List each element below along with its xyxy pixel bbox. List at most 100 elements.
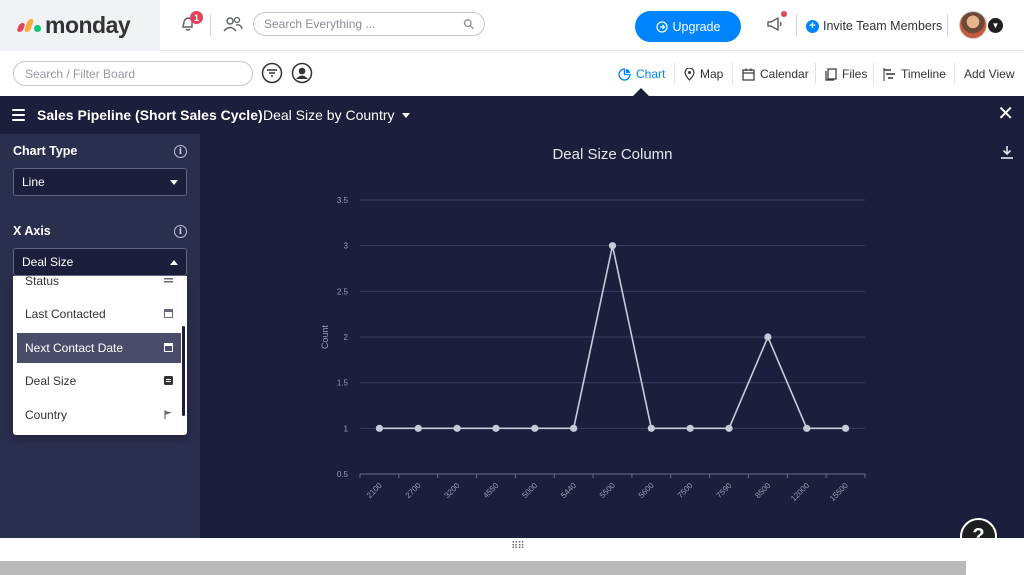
board-view-name: Deal Size by Country [263,107,395,123]
x-tick-label: 4550 [481,481,500,500]
divider [954,63,955,84]
avatar[interactable] [959,11,987,39]
option-label: Next Contact Date [25,341,124,355]
data-point [647,424,655,432]
map-pin-icon [684,67,695,81]
invite-label: Invite Team Members [823,19,943,33]
y-tick-label: 1.5 [337,379,349,388]
view-tab-files[interactable]: Files [825,65,867,83]
info-icon[interactable]: i [174,225,187,238]
board-filter-input[interactable] [25,66,241,81]
view-tab-map[interactable]: Map [684,65,723,83]
view-tab-label: Timeline [901,67,946,81]
chevron-down-icon[interactable]: ▼ [988,18,1003,33]
filter-icon [261,62,283,84]
chart-axes: 0.5 1 1.5 2 2.5 3 3.5 Count 2100 2700 3200 4550 5000… [320,196,866,503]
view-tab-label: Chart [636,67,666,81]
x-tick-label: 8500 [753,481,772,500]
view-tab-label: Map [700,67,724,81]
dropdown-option-status[interactable]: Status [17,276,181,296]
notifications-button[interactable]: 1 [178,11,203,34]
divider [815,63,816,84]
logo[interactable]: monday [0,0,160,51]
x-tick-label: 12000 [789,481,811,503]
calendar-icon [742,68,755,81]
y-tick-label: 3.5 [337,196,349,205]
caret-up-icon [170,260,178,265]
board-filter[interactable] [13,61,253,86]
option-label: Deal Size [25,374,77,388]
search-icon [463,19,474,30]
deal-size-line-chart: 0.5 1 1.5 2 2.5 3 3.5 Count 2100 2700 3200 4550 5000… [320,196,866,503]
timeline-icon [883,67,895,81]
global-search[interactable] [253,12,485,36]
add-view-button[interactable]: Add View [964,65,1014,83]
menu-icon[interactable] [12,109,25,124]
board-view-selector[interactable]: Deal Size by Country [263,107,410,123]
notifications-badge: 1 [190,11,203,24]
x-tick-label: 7590 [715,481,734,500]
divider [210,14,211,36]
divider [796,14,797,36]
data-point [764,333,772,341]
divider [873,63,874,84]
y-tick-label: 3 [344,242,349,251]
view-tab-chart[interactable]: Chart [618,65,665,83]
chart-icon [618,67,631,81]
y-tick-label: 2 [344,333,349,342]
number-icon [164,376,173,385]
dropdown-option-deal-size[interactable]: Deal Size [17,366,181,396]
x-axis-value: Deal Size [22,255,74,269]
x-tick-label: 2100 [365,481,384,500]
x-axis-dropdown: Status Last Contacted Next Contact Date … [13,276,187,435]
info-icon[interactable]: i [174,145,187,158]
y-tick-label: 2.5 [337,287,349,296]
team-button[interactable] [222,14,244,34]
chart-type-select[interactable]: Line [13,168,187,196]
invite-members-button[interactable]: + Invite Team Members [806,17,942,35]
data-point [803,424,811,432]
data-point [414,424,422,432]
announcement-dot [781,11,787,17]
announcements-button[interactable] [764,11,787,34]
dropdown-scrollbar[interactable] [182,326,185,416]
logo-text: monday [45,12,131,38]
board-title: Sales Pipeline (Short Sales Cycle) [37,107,263,123]
plus-circle-icon: + [806,19,819,33]
files-icon [825,67,837,81]
dropdown-option-country[interactable]: Country [17,400,181,430]
date-icon [164,343,173,352]
resize-grip-icon[interactable]: ⠿⠿ [511,541,525,552]
view-tab-calendar[interactable]: Calendar [742,65,809,83]
chart-type-label: Chart Type [13,144,78,158]
data-point [841,424,850,432]
view-tab-timeline[interactable]: Timeline [883,65,946,83]
filter-button[interactable] [261,62,283,84]
x-tick-label: 5000 [520,481,539,500]
divider [947,14,948,36]
data-point [492,424,500,432]
app-root: monday 1 Upgrade + Invite Team Members [0,0,1024,575]
data-point [531,424,539,432]
close-icon[interactable]: ✕ [997,104,1014,124]
global-search-input[interactable] [264,17,463,31]
divider [732,63,733,84]
x-tick-label: 5440 [559,481,578,500]
horizontal-scrollbar[interactable] [0,561,966,575]
data-point [375,424,384,432]
data-point [453,424,461,432]
caret-down-icon [170,180,178,185]
flag-icon [164,410,172,419]
dropdown-option-next-contact-date[interactable]: Next Contact Date [17,333,181,363]
x-tick-label: 7500 [676,481,695,500]
upgrade-label: Upgrade [672,19,721,34]
person-filter-button[interactable] [291,62,313,84]
data-point [570,424,578,432]
x-axis-select[interactable]: Deal Size [13,248,187,276]
megaphone-icon [767,17,782,31]
view-tab-label: Calendar [760,67,809,81]
upgrade-button[interactable]: Upgrade [635,11,741,42]
dropdown-option-last-contacted[interactable]: Last Contacted [17,299,181,329]
person-icon [291,62,313,84]
data-point [725,424,733,432]
